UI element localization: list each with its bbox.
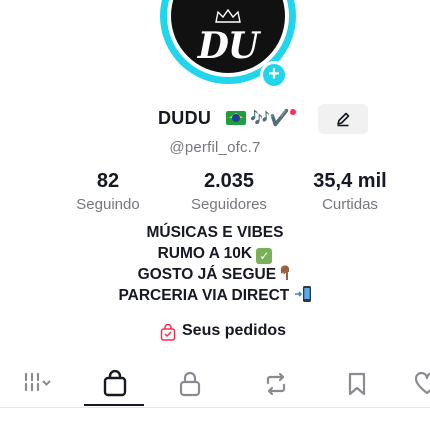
bio-line: GOSTO JÁ SEGUE <box>0 264 430 285</box>
divider <box>0 407 430 408</box>
stat-likes[interactable]: 35,4 mil Curtidas <box>280 170 420 213</box>
grid-icon <box>24 372 51 392</box>
profile-bio: MÚSICAS E VIBES RUMO A 10K ✓ GOSTO JÁ SE… <box>0 222 430 306</box>
follow-plus-icon[interactable]: + <box>260 61 288 89</box>
avatar[interactable]: DU + <box>160 0 296 89</box>
heart-icon <box>414 371 430 395</box>
name-row: DUDU 🎶✔️ <box>0 104 430 134</box>
bio-line: RUMO A 10K ✓ <box>0 243 430 264</box>
crown-icon <box>215 9 241 23</box>
check-mark-icon: ✓ <box>256 248 273 264</box>
stat-value: 2.035 <box>203 170 255 192</box>
stat-label: Curtidas <box>322 196 378 213</box>
stat-label: Seguindo <box>76 196 140 213</box>
stat-value: 82 <box>96 170 120 192</box>
tab-liked[interactable] <box>394 362 430 408</box>
bio-line: MÚSICAS E VIBES <box>146 224 284 241</box>
tab-favorites[interactable] <box>326 362 386 408</box>
display-name-emojis: 🎶✔️ <box>250 110 290 127</box>
bookmark-icon <box>348 372 366 396</box>
edit-name-button[interactable] <box>318 104 368 134</box>
brazil-flag-icon <box>226 111 246 125</box>
phone-arrow-icon <box>294 286 311 302</box>
stat-value: 35,4 mil <box>313 170 387 192</box>
pencil-icon <box>337 112 350 127</box>
orders-label: Seus pedidos <box>182 322 287 339</box>
notification-dot <box>290 109 296 115</box>
profile-handle: @perfil_ofc.7 <box>169 139 261 156</box>
lock-icon <box>179 371 201 397</box>
shopping-bag-icon <box>160 324 176 341</box>
orders-link[interactable]: Seus pedidos <box>0 322 430 344</box>
tab-reposts[interactable] <box>244 362 304 408</box>
pointing-down-hand-icon <box>281 265 290 280</box>
stat-label: Seguidores <box>191 196 267 213</box>
stat-following[interactable]: 82 Seguindo <box>38 170 178 213</box>
display-name: DUDU <box>158 108 212 128</box>
shopping-bag-icon <box>103 370 127 397</box>
bio-line: PARCERIA VIA DIRECT <box>0 285 430 306</box>
repost-icon <box>266 372 286 396</box>
tab-videos[interactable] <box>4 362 64 408</box>
tab-private[interactable] <box>159 362 219 408</box>
profile-tabs <box>0 362 430 408</box>
avatar-monogram: DU <box>197 25 260 67</box>
profile-stats: 82 Seguindo 2.035 Seguidores 35,4 mil Cu… <box>0 170 430 216</box>
active-tab-indicator <box>84 404 144 406</box>
tab-shop[interactable] <box>84 362 144 408</box>
stat-followers[interactable]: 2.035 Seguidores <box>159 170 299 213</box>
